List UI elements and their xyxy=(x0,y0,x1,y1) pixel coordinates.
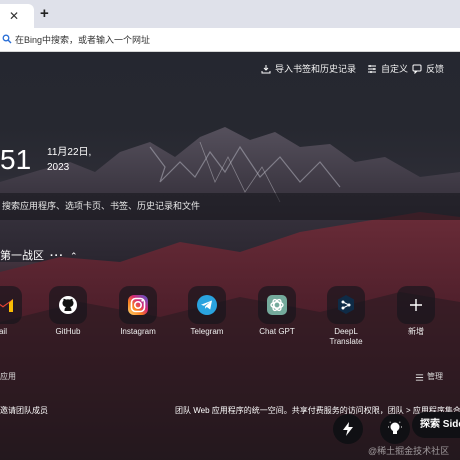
watermark-text: @稀土掘金技术社区 xyxy=(368,446,450,456)
apps-section-label: 应用 xyxy=(0,372,16,381)
import-label: 导入书签和历史记录 xyxy=(275,64,357,74)
date-line-2: 2023 xyxy=(47,162,70,173)
github-icon xyxy=(49,286,87,324)
shortcut-label: DeepL Translate xyxy=(329,327,363,346)
manage-button[interactable]: 管理 xyxy=(415,372,443,382)
download-icon xyxy=(261,65,271,74)
shortcut-label: GitHub xyxy=(55,327,81,336)
shortcut-label: Instagram xyxy=(120,327,156,336)
shortcut-label: 新增 xyxy=(408,327,424,336)
manage-label: 管理 xyxy=(427,372,443,381)
sliders-icon xyxy=(368,65,376,73)
explore-side-button[interactable]: 探索 Side xyxy=(412,412,460,438)
import-link[interactable]: 导入书签和历史记录 xyxy=(261,63,356,75)
gmail-icon xyxy=(0,286,22,324)
invite-team-link[interactable]: 邀请团队成员 xyxy=(0,406,48,416)
address-input[interactable]: 在Bing中搜索，或者输入一个网址 xyxy=(15,33,150,47)
customize-label: 自定义 xyxy=(381,64,409,74)
shortcut-label: Chat GPT xyxy=(259,327,295,336)
shortcut-label: ail xyxy=(0,327,7,336)
shortcut-label: Telegram xyxy=(190,327,224,336)
date-line-1: 11月22日, xyxy=(47,147,92,158)
page-search-bar[interactable]: 搜索应用程序、选项卡页、书签、历史记录和文件 xyxy=(0,193,460,220)
instagram-icon xyxy=(119,286,157,324)
lightbulb-icon xyxy=(388,421,402,434)
chatgpt-icon xyxy=(258,286,296,324)
address-bar[interactable]: 在Bing中搜索，或者输入一个网址 xyxy=(0,28,460,52)
shortcut-instagram[interactable]: Instagram xyxy=(111,286,165,337)
tab-close-icon[interactable]: ✕ xyxy=(9,8,19,24)
plus-icon xyxy=(397,286,435,324)
lightning-button[interactable] xyxy=(333,414,363,444)
customize-link[interactable]: 自定义 xyxy=(367,63,408,75)
tips-button[interactable] xyxy=(380,414,410,444)
telegram-icon xyxy=(188,286,226,324)
shortcut-gmail[interactable]: ail xyxy=(0,286,30,337)
new-tab-page: 导入书签和历史记录 自定义 反馈 51 11月22日, 2023 搜索应用程序、… xyxy=(0,52,460,460)
clock-time: 51 xyxy=(0,144,32,175)
group-title: 第一战区 xyxy=(0,250,44,262)
shortcut-github[interactable]: GitHub xyxy=(41,286,95,337)
shortcut-group-header[interactable]: 第一战区 ··· ⌃ xyxy=(0,249,78,263)
deepl-icon xyxy=(327,286,365,324)
shortcut-add[interactable]: 新增 xyxy=(389,286,443,337)
feedback-label: 反馈 xyxy=(426,64,445,74)
shortcut-chatgpt[interactable]: Chat GPT xyxy=(250,286,304,337)
active-tab[interactable]: ✕ xyxy=(0,4,34,28)
shortcut-deepl[interactable]: DeepL Translate xyxy=(319,286,373,347)
lightning-icon xyxy=(343,422,353,436)
chevron-up-icon[interactable]: ⌃ xyxy=(70,249,78,263)
search-icon xyxy=(2,34,12,44)
sliders-icon xyxy=(415,373,424,381)
feedback-icon xyxy=(412,64,422,74)
page-search-input[interactable]: 搜索应用程序、选项卡页、书签、历史记录和文件 xyxy=(2,200,200,213)
more-options-icon[interactable]: ··· xyxy=(50,249,64,263)
feedback-link[interactable]: 反馈 xyxy=(412,63,444,75)
new-tab-icon[interactable]: + xyxy=(40,5,49,23)
shortcut-telegram[interactable]: Telegram xyxy=(180,286,234,337)
tab-strip: ✕ + xyxy=(0,0,460,28)
